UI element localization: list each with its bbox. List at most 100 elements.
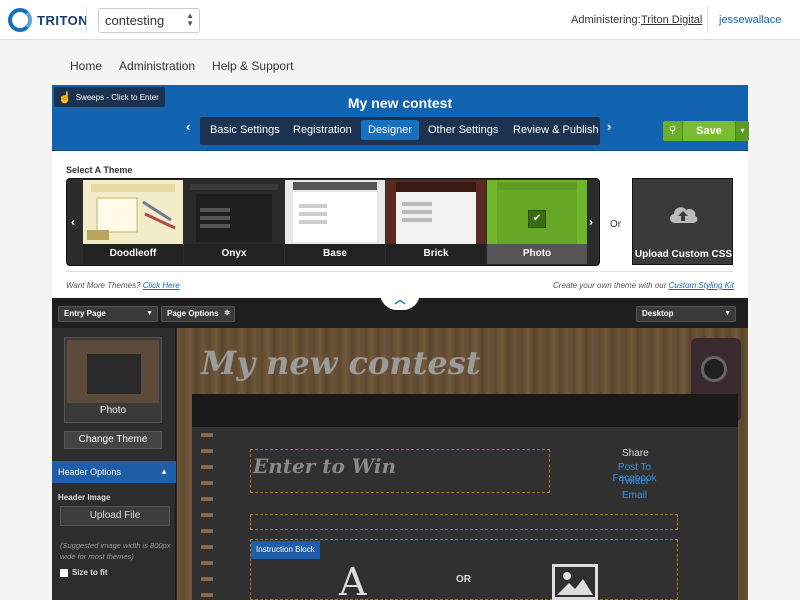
page-options-label: Page Options <box>167 309 219 318</box>
thumbnail-content <box>87 354 141 394</box>
share-twitter-link[interactable]: Twitter <box>597 476 672 487</box>
dropdown-caret-icon: ▼ <box>724 310 731 317</box>
or-label: Or <box>610 219 622 230</box>
or-separator: OR <box>456 574 471 585</box>
create-own-theme: Create your own theme with our Custom St… <box>553 281 734 290</box>
nav-home[interactable]: Home <box>70 59 102 73</box>
administering-link[interactable]: Triton Digital <box>641 14 702 26</box>
theme-carousel: ‹ Doodleoff Onyx Base Brick ✔ Photo › <box>66 178 600 266</box>
device-select-value: Desktop <box>642 309 674 318</box>
theme-base-thumbnail <box>285 180 385 244</box>
preview-search-icon[interactable]: ⚲ <box>663 121 683 141</box>
device-select[interactable]: Desktop ▼ <box>636 306 736 322</box>
theme-name: Doodleoff <box>83 244 183 264</box>
contest-header: ☝ Sweeps - Click to Enter My new contest… <box>52 85 749 151</box>
theme-onyx[interactable]: Onyx <box>184 180 284 264</box>
theme-doodleoff-thumbnail <box>83 180 183 244</box>
page-options-button[interactable]: Page Options ✲ <box>161 306 235 322</box>
select-theme-label: Select A Theme <box>66 165 133 175</box>
design-canvas[interactable]: My new contest Enter to Win Share Post T… <box>177 328 748 600</box>
theme-doodleoff[interactable]: Doodleoff <box>83 180 183 264</box>
canvas-contest-title[interactable]: My new contest <box>201 344 481 382</box>
theme-footer-divider <box>66 271 733 272</box>
image-width-hint: (Suggested image width is 800px wide for… <box>60 541 171 561</box>
theme-name: Photo <box>487 244 587 264</box>
change-theme-button[interactable]: Change Theme <box>64 431 162 449</box>
header-options-label: Header Options <box>58 467 122 477</box>
step-review-publish[interactable]: Review & Publish <box>506 120 606 140</box>
size-to-fit-option[interactable]: Size to fit <box>60 568 108 577</box>
station-select-value: contesting <box>105 13 165 28</box>
instruction-block-tag: Instruction Block <box>251 541 320 559</box>
logo-text: TRITON <box>37 12 89 28</box>
theme-panel: Select A Theme ‹ Doodleoff Onyx Base Bri… <box>52 151 748 297</box>
administering-label: Administering: <box>571 14 641 26</box>
current-theme-preview: Photo <box>64 337 162 423</box>
step-designer[interactable]: Designer <box>361 120 420 140</box>
page-select-value: Entry Page <box>64 309 106 318</box>
updown-arrows-icon: ▲ ▼ <box>186 11 194 28</box>
top-bar: TRITON contesting ▲ ▼ Administering: Trit… <box>0 0 800 40</box>
theme-name: Brick <box>386 244 486 264</box>
contest-title: My new contest <box>347 95 453 111</box>
theme-brick[interactable]: Brick <box>386 180 486 264</box>
camera-lens <box>701 356 727 382</box>
current-theme-thumbnail <box>67 340 159 403</box>
size-to-fit-checkbox[interactable] <box>60 568 68 577</box>
nav-help-support[interactable]: Help & Support <box>212 59 293 73</box>
theme-onyx-thumbnail <box>184 180 284 244</box>
triton-logo-icon <box>8 8 32 32</box>
theme-name: Base <box>285 244 385 264</box>
want-more-text: Want More Themes? <box>66 281 141 290</box>
theme-base[interactable]: Base <box>285 180 385 264</box>
steps-prev-arrow-icon[interactable]: ‹ <box>186 119 190 134</box>
theme-name: Onyx <box>184 244 284 264</box>
save-dropdown-caret-icon[interactable]: ▾ <box>735 121 749 141</box>
save-button-group: ⚲ Save ▾ <box>663 121 749 141</box>
share-email-link[interactable]: Email <box>597 490 672 501</box>
header-options-section[interactable]: Header Options ▲ <box>52 461 176 483</box>
upload-file-button[interactable]: Upload File <box>60 506 170 526</box>
cloud-upload-icon <box>669 207 698 223</box>
carousel-next-icon[interactable]: › <box>589 215 593 229</box>
image-placeholder-icon <box>557 572 593 595</box>
content-header-band <box>192 394 738 427</box>
triton-logo[interactable]: TRITON <box>8 8 88 32</box>
user-menu-link[interactable]: jessewallace <box>719 14 781 26</box>
step-registration[interactable]: Registration <box>286 120 359 140</box>
spiral-binding-decoration <box>201 433 213 600</box>
theme-brick-thumbnail <box>386 180 486 244</box>
image-element-icon[interactable] <box>552 564 598 600</box>
create-own-text: Create your own theme with our <box>553 281 667 290</box>
want-more-themes: Want More Themes? Click Here <box>66 281 180 290</box>
designer-left-panel: Photo Change Theme Header Options ▲ Head… <box>52 328 176 600</box>
step-basic-settings[interactable]: Basic Settings <box>203 120 287 140</box>
custom-styling-kit-link[interactable]: Custom Styling Kit <box>669 281 734 290</box>
chevron-up-icon: ▲ <box>160 467 168 476</box>
text-element-icon[interactable]: A <box>339 560 366 600</box>
carousel-prev-icon[interactable]: ‹ <box>71 215 75 229</box>
theme-photo[interactable]: ✔ Photo <box>487 180 587 264</box>
step-other-settings[interactable]: Other Settings <box>421 120 505 140</box>
enter-to-win-heading: Enter to Win <box>253 454 397 478</box>
page-select[interactable]: Entry Page ▼ <box>58 306 158 322</box>
gear-icon: ✲ <box>224 310 230 317</box>
header-image-label: Header Image <box>58 493 111 502</box>
current-theme-name: Photo <box>99 405 127 416</box>
steps-next-arrow-icon[interactable]: › <box>607 119 611 134</box>
upload-custom-css-label: Upload Custom CSS <box>634 249 733 260</box>
content-block[interactable] <box>250 514 678 530</box>
nav-administration[interactable]: Administration <box>119 59 195 73</box>
designer-area: Entry Page ▼ Page Options ✲ Desktop ▼ Ph… <box>52 298 748 600</box>
station-select[interactable]: contesting ▲ ▼ <box>98 8 200 33</box>
divider <box>707 6 708 34</box>
selected-check-icon: ✔ <box>528 210 546 228</box>
divider <box>86 6 87 34</box>
dropdown-caret-icon: ▼ <box>146 310 153 317</box>
size-to-fit-label: Size to fit <box>72 568 108 577</box>
save-button[interactable]: Save <box>683 121 735 141</box>
main-nav: Home Administration Help & Support <box>70 59 310 73</box>
upload-custom-css-button[interactable]: Upload Custom CSS <box>632 178 733 265</box>
share-label: Share <box>622 448 649 459</box>
click-here-link[interactable]: Click Here <box>143 281 180 290</box>
